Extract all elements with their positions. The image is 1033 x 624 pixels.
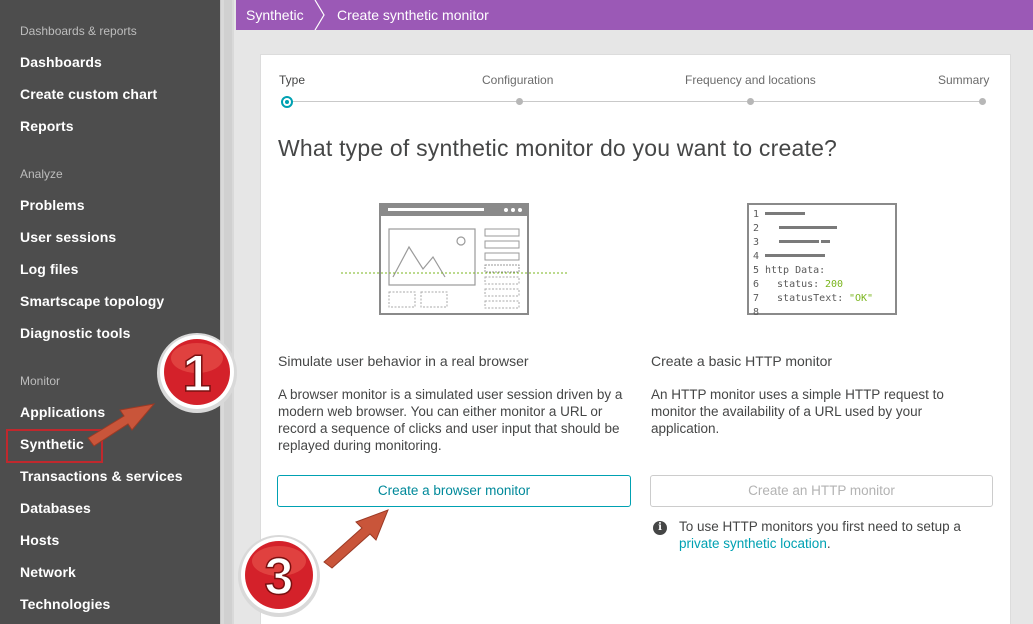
code-line-number: 5 [753, 265, 759, 276]
section-title-monitor: Monitor [20, 374, 61, 388]
code-line-number: 7 [753, 293, 759, 304]
callout-badge-3: 3 [238, 535, 320, 617]
breadcrumb: Synthetic Create synthetic monitor [236, 0, 1033, 30]
http-option-description: An HTTP monitor uses a simple HTTP reque… [651, 387, 944, 436]
code-text: http Data: [765, 265, 825, 276]
callout-number-3: 3 [265, 548, 294, 606]
code-value: "OK" [849, 293, 873, 304]
step-label-configuration[interactable]: Configuration [482, 73, 553, 87]
sidebar-item-transactions-services[interactable]: Transactions & services [20, 468, 183, 484]
sidebar-item-problems[interactable]: Problems [20, 197, 85, 213]
info-text: To use HTTP monitors you first need to s… [679, 519, 961, 534]
code-line-number: 6 [753, 279, 759, 290]
section-title-dashboards: Dashboards & reports [20, 24, 137, 38]
callout-badge-1: 1 [157, 333, 237, 413]
step-dot-type[interactable] [281, 96, 293, 108]
http-info-message: To use HTTP monitors you first need to s… [679, 518, 999, 552]
code-value: 200 [825, 279, 843, 290]
step-dot-configuration[interactable] [516, 98, 523, 105]
code-line-number: 1 [753, 209, 759, 220]
private-location-link[interactable]: private synthetic location [679, 536, 827, 551]
code-line-number: 3 [753, 237, 759, 248]
http-option-title: Create a basic HTTP monitor [651, 353, 833, 369]
scrollbar-thumb[interactable] [224, 0, 232, 624]
code-line-number: 8 [753, 307, 759, 317]
code-text: status: [765, 279, 825, 290]
breadcrumb-separator-icon [314, 0, 325, 30]
create-http-monitor-button[interactable]: Create an HTTP monitor [650, 475, 993, 507]
sidebar-item-dashboards[interactable]: Dashboards [20, 54, 102, 70]
code-text: statusText: [765, 293, 849, 304]
sidebar-item-user-sessions[interactable]: User sessions [20, 229, 116, 245]
browser-option-description: A browser monitor is a simulated user se… [278, 387, 623, 453]
sidebar-item-reports[interactable]: Reports [20, 118, 74, 134]
page-title: What type of synthetic monitor do you wa… [278, 135, 838, 161]
stepper-track [288, 101, 984, 102]
step-label-type[interactable]: Type [279, 73, 305, 87]
sidebar-item-technologies[interactable]: Technologies [20, 596, 110, 612]
code-line-number: 2 [753, 223, 759, 234]
breadcrumb-synthetic[interactable]: Synthetic [246, 7, 304, 23]
breadcrumb-current: Create synthetic monitor [337, 7, 489, 23]
sidebar-item-network[interactable]: Network [20, 564, 76, 580]
info-suffix: . [826, 536, 831, 551]
browser-option-title: Simulate user behavior in a real browser [278, 353, 529, 369]
section-title-analyze: Analyze [20, 167, 63, 181]
http-code-illustration-icon: 1 2 3 4 5 http Data: 6 status: 200 7 sta… [747, 203, 897, 317]
callout-number-1: 1 [183, 345, 212, 403]
info-icon: i [653, 521, 667, 535]
step-dot-frequency[interactable] [747, 98, 754, 105]
sidebar-item-databases[interactable]: Databases [20, 500, 91, 516]
sidebar-item-hosts[interactable]: Hosts [20, 532, 59, 548]
step-label-summary[interactable]: Summary [938, 73, 989, 87]
sidebar-item-log-files[interactable]: Log files [20, 261, 78, 277]
sidebar-item-smartscape-topology[interactable]: Smartscape topology [20, 293, 164, 309]
browser-illustration-icon [341, 203, 569, 315]
callout-arrow-3-icon [323, 509, 389, 569]
code-line-number: 4 [753, 251, 759, 262]
step-label-frequency[interactable]: Frequency and locations [685, 73, 816, 87]
step-dot-summary[interactable] [979, 98, 986, 105]
sidebar-item-create-custom-chart[interactable]: Create custom chart [20, 86, 157, 102]
sidebar: Dashboards & reports Dashboards Create c… [0, 0, 220, 624]
